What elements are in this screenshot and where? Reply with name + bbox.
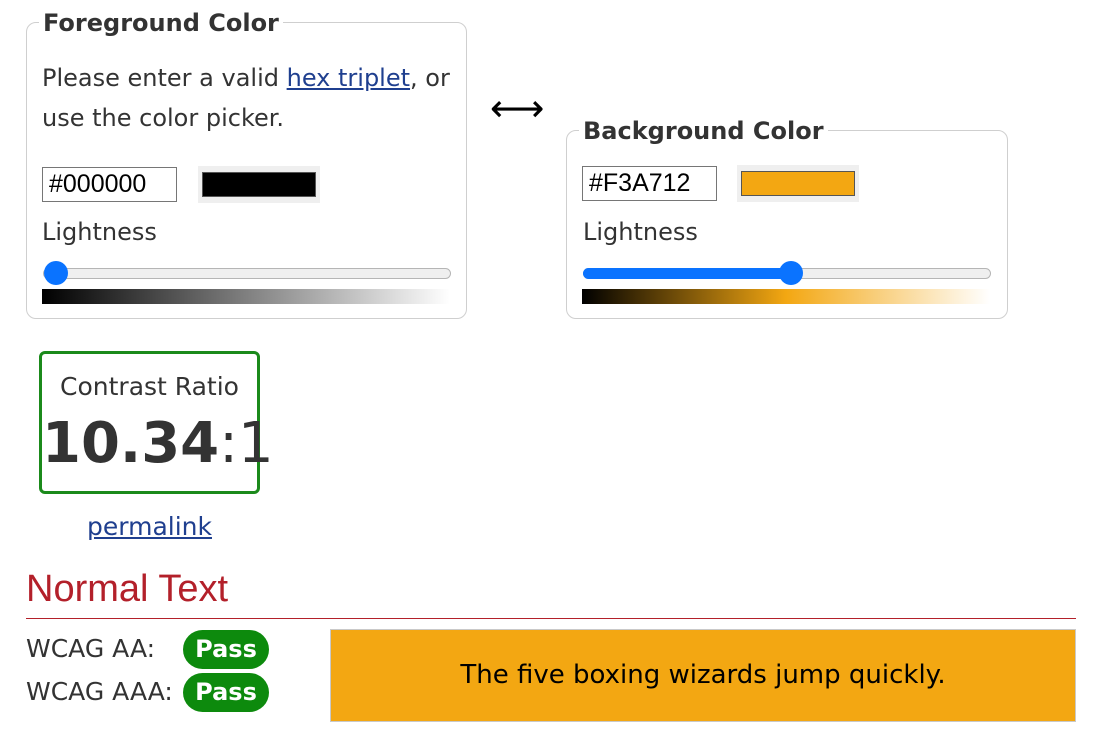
foreground-slider-thumb[interactable] bbox=[44, 261, 68, 285]
contrast-ratio-box: Contrast Ratio 10.34:1 bbox=[39, 351, 274, 494]
foreground-color-legend: Foreground Color bbox=[39, 8, 283, 38]
foreground-hex-input[interactable] bbox=[42, 167, 177, 202]
foreground-description: Please enter a valid hex triplet, or use… bbox=[42, 58, 452, 138]
description-text: Please enter a valid bbox=[42, 64, 287, 92]
contrast-ratio-value: 10.34:1 bbox=[42, 411, 274, 476]
normal-text-preview: The five boxing wizards jump quickly. bbox=[330, 629, 1076, 722]
contrast-ratio-number: 10.34 bbox=[42, 411, 220, 476]
background-hex-input[interactable] bbox=[582, 166, 717, 201]
wcag-aa-label: WCAG AA: bbox=[26, 634, 156, 663]
wcag-aaa-pass-badge: Pass bbox=[183, 673, 269, 712]
wcag-aa-pass-badge: Pass bbox=[183, 630, 269, 669]
left-right-arrow-icon: ⟷ bbox=[490, 86, 545, 130]
foreground-lightness-slider[interactable] bbox=[43, 261, 451, 285]
background-lightness-label: Lightness bbox=[583, 218, 698, 246]
contrast-ratio-suffix: :1 bbox=[219, 411, 274, 476]
background-color-picker[interactable] bbox=[737, 165, 859, 202]
background-swatch bbox=[741, 171, 855, 196]
permalink-link[interactable]: permalink bbox=[87, 512, 212, 541]
background-slider-thumb[interactable] bbox=[779, 261, 804, 285]
background-slider-fill bbox=[583, 268, 791, 279]
foreground-color-panel: Foreground Color Please enter a valid he… bbox=[26, 8, 467, 319]
foreground-lightness-gradient bbox=[42, 289, 450, 304]
contrast-ratio-label: Contrast Ratio bbox=[60, 372, 239, 401]
background-lightness-gradient bbox=[582, 289, 990, 304]
section-divider bbox=[26, 618, 1076, 619]
normal-text-heading: Normal Text bbox=[26, 568, 229, 610]
background-color-panel: Background Color Lightness bbox=[566, 116, 1008, 319]
hex-triplet-link[interactable]: hex triplet bbox=[287, 64, 410, 92]
background-color-legend: Background Color bbox=[579, 116, 828, 146]
foreground-color-picker[interactable] bbox=[198, 166, 320, 203]
wcag-aaa-label: WCAG AAA: bbox=[26, 677, 173, 706]
foreground-swatch bbox=[202, 172, 316, 197]
foreground-lightness-label: Lightness bbox=[42, 218, 157, 246]
background-lightness-slider[interactable] bbox=[583, 261, 991, 285]
